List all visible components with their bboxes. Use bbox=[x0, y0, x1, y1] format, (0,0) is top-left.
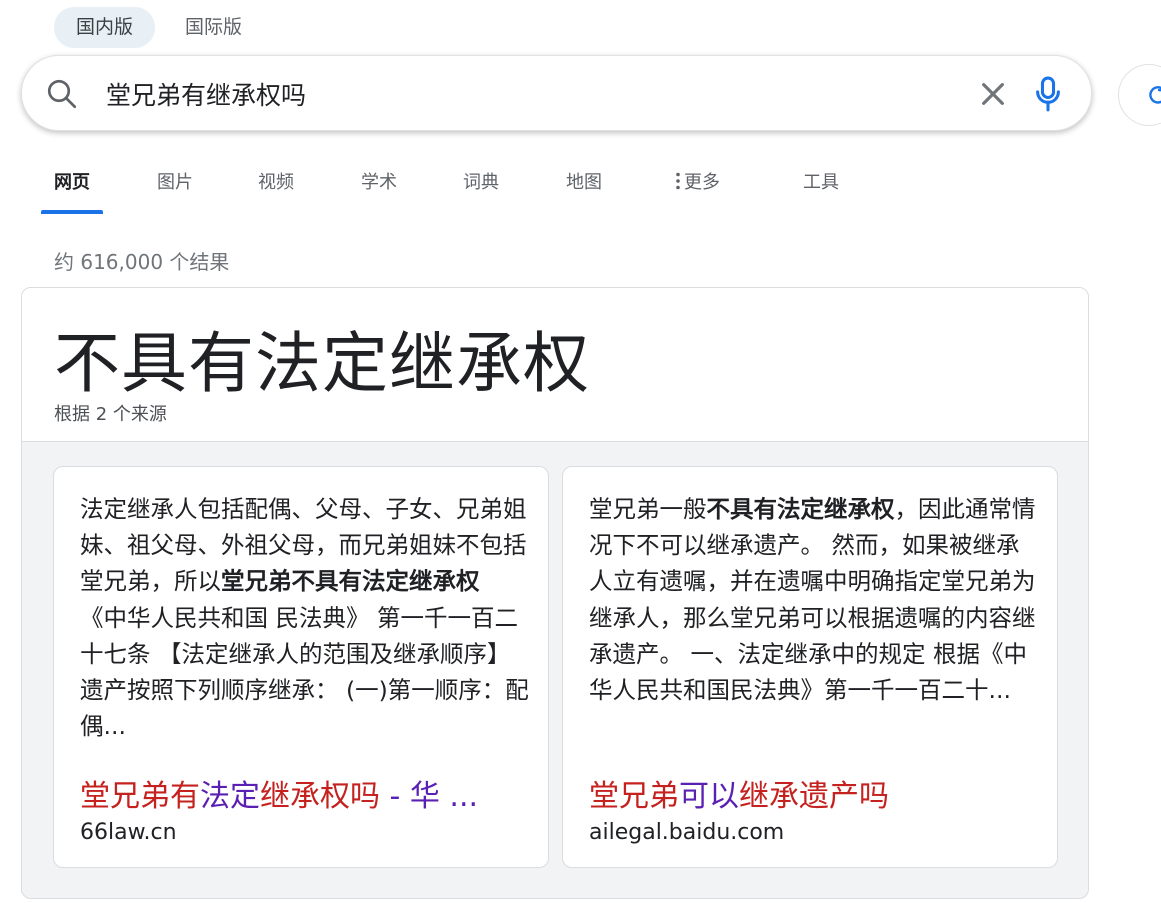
active-tab-indicator bbox=[41, 210, 103, 214]
title-part: - 华 ... bbox=[380, 779, 479, 814]
nav-tab-academic[interactable]: 学术 bbox=[361, 168, 397, 194]
title-part: 法定 bbox=[200, 779, 260, 814]
mic-icon[interactable] bbox=[1034, 76, 1062, 112]
title-part: 吗 bbox=[859, 779, 889, 814]
clear-icon[interactable] bbox=[977, 78, 1009, 110]
title-part: 堂兄弟有 bbox=[80, 779, 200, 814]
source-title-link[interactable]: 堂兄弟可以继承遗产吗 bbox=[589, 777, 1034, 817]
source-snippet: 法定继承人包括配偶、父母、子女、兄弟姐妹、祖父母、外祖父母，而兄弟姐妹不包括堂兄… bbox=[80, 491, 532, 743]
nav-tab-images[interactable]: 图片 bbox=[157, 168, 193, 194]
title-part: 堂兄弟 bbox=[589, 779, 679, 814]
search-input[interactable] bbox=[106, 74, 926, 114]
result-count: 约 616,000 个结果 bbox=[54, 250, 230, 274]
snippet-text: ，因此通常情况下不可以继承遗产。 然而，如果被继承人立有遗嘱，并在遗嘱中明确指定… bbox=[589, 495, 1036, 705]
source-card[interactable]: 法定继承人包括配偶、父母、子女、兄弟姐妹、祖父母、外祖父母，而兄弟姐妹不包括堂兄… bbox=[53, 466, 549, 868]
nav-tab-more-label: 更多 bbox=[684, 172, 720, 193]
refresh-button[interactable] bbox=[1118, 64, 1161, 126]
title-part: 继承权吗 bbox=[260, 779, 380, 814]
snippet-highlight: 堂兄弟不具有法定继承权 bbox=[221, 567, 480, 596]
search-nav: 网页 图片 视频 学术 词典 地图 更多 工具 bbox=[0, 150, 900, 214]
nav-tab-maps[interactable]: 地图 bbox=[566, 168, 602, 194]
nav-tab-tools[interactable]: 工具 bbox=[803, 168, 839, 194]
search-icon[interactable] bbox=[44, 76, 80, 112]
source-domain: 66law.cn bbox=[80, 820, 177, 845]
nav-tab-dictionary[interactable]: 词典 bbox=[463, 168, 499, 194]
snippet-highlight: 不具有法定继承权 bbox=[706, 495, 895, 523]
snippet-text: 《中华人民共和国 民法典》 第一千一百二十七条 【法定继承人的范围及继承顺序】遗… bbox=[80, 603, 529, 741]
source-card[interactable]: 堂兄弟一般不具有法定继承权，因此通常情况下不可以继承遗产。 然而，如果被继承人立… bbox=[562, 466, 1058, 868]
answer-sources: 根据 2 个来源 bbox=[54, 404, 167, 425]
nav-tab-web[interactable]: 网页 bbox=[54, 168, 90, 194]
source-title-link[interactable]: 堂兄弟有法定继承权吗 - 华 ... bbox=[80, 777, 525, 817]
answer-title: 不具有法定继承权 bbox=[54, 325, 590, 402]
snippet-text: 堂兄弟一般 bbox=[589, 495, 707, 523]
region-tabs: 国内版 国际版 bbox=[54, 7, 264, 48]
title-part: 可以 bbox=[679, 779, 739, 814]
more-vert-icon bbox=[676, 172, 680, 190]
refresh-icon bbox=[1149, 86, 1161, 104]
search-box bbox=[21, 55, 1092, 131]
region-tab-international[interactable]: 国际版 bbox=[163, 7, 264, 48]
nav-tab-more[interactable]: 更多 bbox=[676, 168, 720, 194]
nav-tab-videos[interactable]: 视频 bbox=[258, 168, 294, 194]
source-snippet: 堂兄弟一般不具有法定继承权，因此通常情况下不可以继承遗产。 然而，如果被继承人立… bbox=[589, 491, 1041, 708]
title-part: 继承遗产 bbox=[739, 779, 859, 814]
answer-card: 不具有法定继承权 根据 2 个来源 法定继承人包括配偶、父母、子女、兄弟姐妹、祖… bbox=[21, 287, 1089, 899]
region-tab-domestic[interactable]: 国内版 bbox=[54, 7, 156, 48]
source-domain: ailegal.baidu.com bbox=[589, 820, 785, 845]
answer-header: 不具有法定继承权 根据 2 个来源 bbox=[22, 288, 1088, 442]
